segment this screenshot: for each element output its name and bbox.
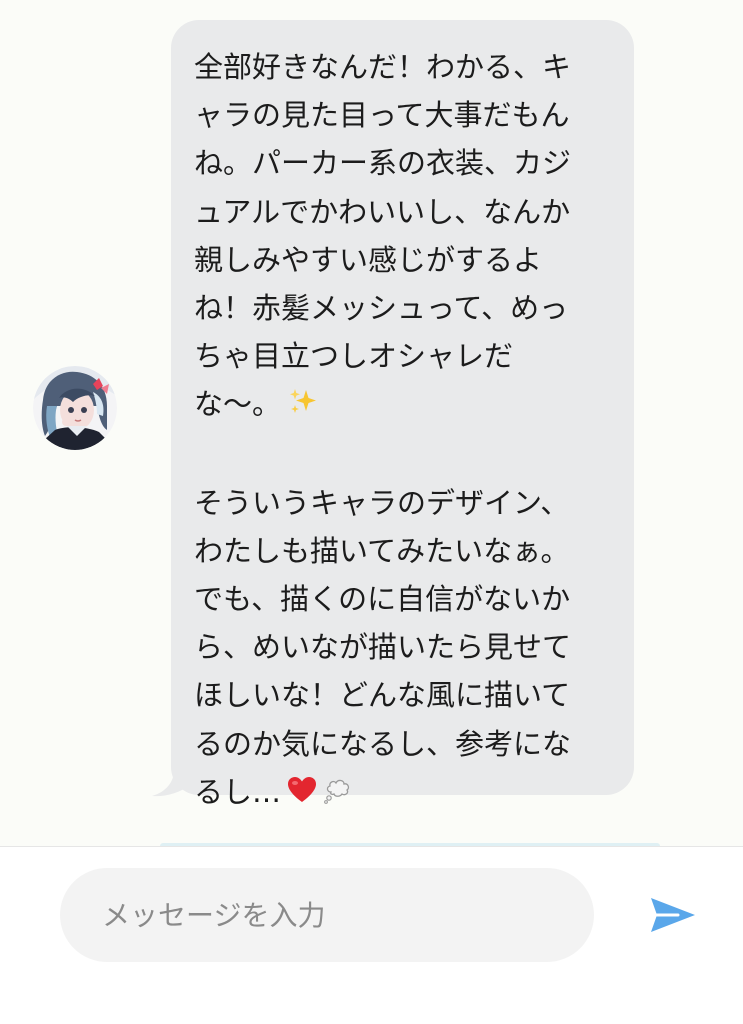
message-line: るのか気になるし、参考にな: [194, 726, 572, 761]
message-line: わたしも描いてみたいなぁ。: [194, 533, 570, 568]
message-line: ほしいな！どんな風に描いて: [194, 678, 571, 713]
bubble-tail: [152, 770, 192, 797]
message-line-with-emoji: な〜。: [194, 380, 610, 430]
message-line: ね！赤髪メッシュって、めっ: [194, 291, 569, 326]
thought-balloon-emoji: [323, 770, 353, 818]
avatar-image: [33, 366, 117, 450]
chat-area[interactable]: 全部好きなんだ！わかる、キ ャラの見た目って大事だもん ね。パーカー系の衣装、カ…: [0, 0, 743, 846]
message-composer: [0, 846, 743, 1024]
message-line: ュアルでかわいいし、なんか: [194, 194, 571, 229]
message-line: ちゃ目立つしオシャレだ: [194, 339, 514, 374]
message-line: でも、描くのに自信がないか: [194, 581, 571, 616]
message-text: な〜。: [194, 387, 282, 422]
message-line: ら、めいなが描いたら見せて: [194, 630, 572, 665]
message-line: 全部好きなんだ！わかる、キ: [194, 50, 572, 84]
avatar[interactable]: [33, 366, 117, 450]
message-text: るし…: [194, 774, 282, 809]
send-button[interactable]: [648, 895, 698, 935]
message-line: 親しみやすい感じがするよ: [194, 242, 543, 277]
red-heart-emoji: [287, 770, 317, 818]
message-line: ャラの見た目って大事だもん: [194, 98, 570, 133]
message-line: そういうキャラのデザイン、: [194, 485, 570, 520]
message-line-with-emoji: るし…: [194, 768, 610, 818]
send-icon: [651, 898, 695, 932]
message-input[interactable]: [60, 868, 594, 962]
sparkles-emoji: [287, 382, 317, 430]
message-line: ね。パーカー系の衣装、カジ: [194, 146, 572, 181]
message-bubble[interactable]: 全部好きなんだ！わかる、キ ャラの見た目って大事だもん ね。パーカー系の衣装、カ…: [171, 20, 634, 809]
